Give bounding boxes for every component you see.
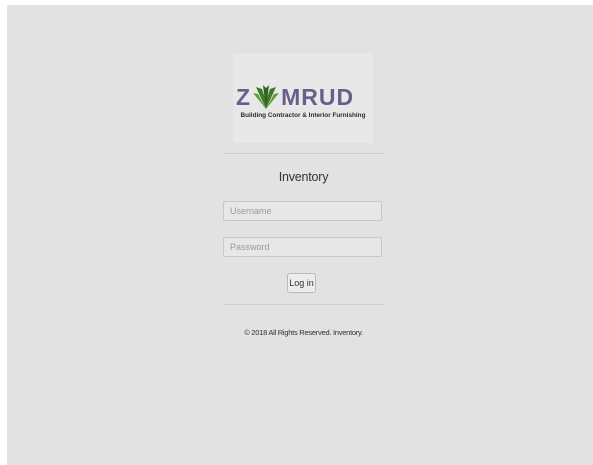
company-logo: Z MRUD Building Contractor & Interior Fu… — [233, 53, 373, 143]
logo-letters-mrud: MRUD — [281, 84, 355, 110]
top-divider — [223, 153, 384, 154]
login-button[interactable]: Log in — [287, 273, 316, 293]
logo-wordmark: Z MRUD — [236, 85, 370, 109]
login-page: Z MRUD Building Contractor & Interior Fu… — [7, 5, 593, 465]
page-title: Inventory — [278, 170, 329, 184]
logo-letter-z: Z — [236, 84, 252, 110]
username-input[interactable] — [223, 201, 382, 221]
logo-tagline: Building Contractor & Interior Furnishin… — [240, 112, 366, 119]
bottom-divider — [223, 304, 384, 305]
leaf-icon — [253, 85, 280, 109]
copyright-footer: © 2018 All Rights Reserved. Inventory. — [244, 328, 363, 337]
password-input[interactable] — [223, 237, 382, 257]
